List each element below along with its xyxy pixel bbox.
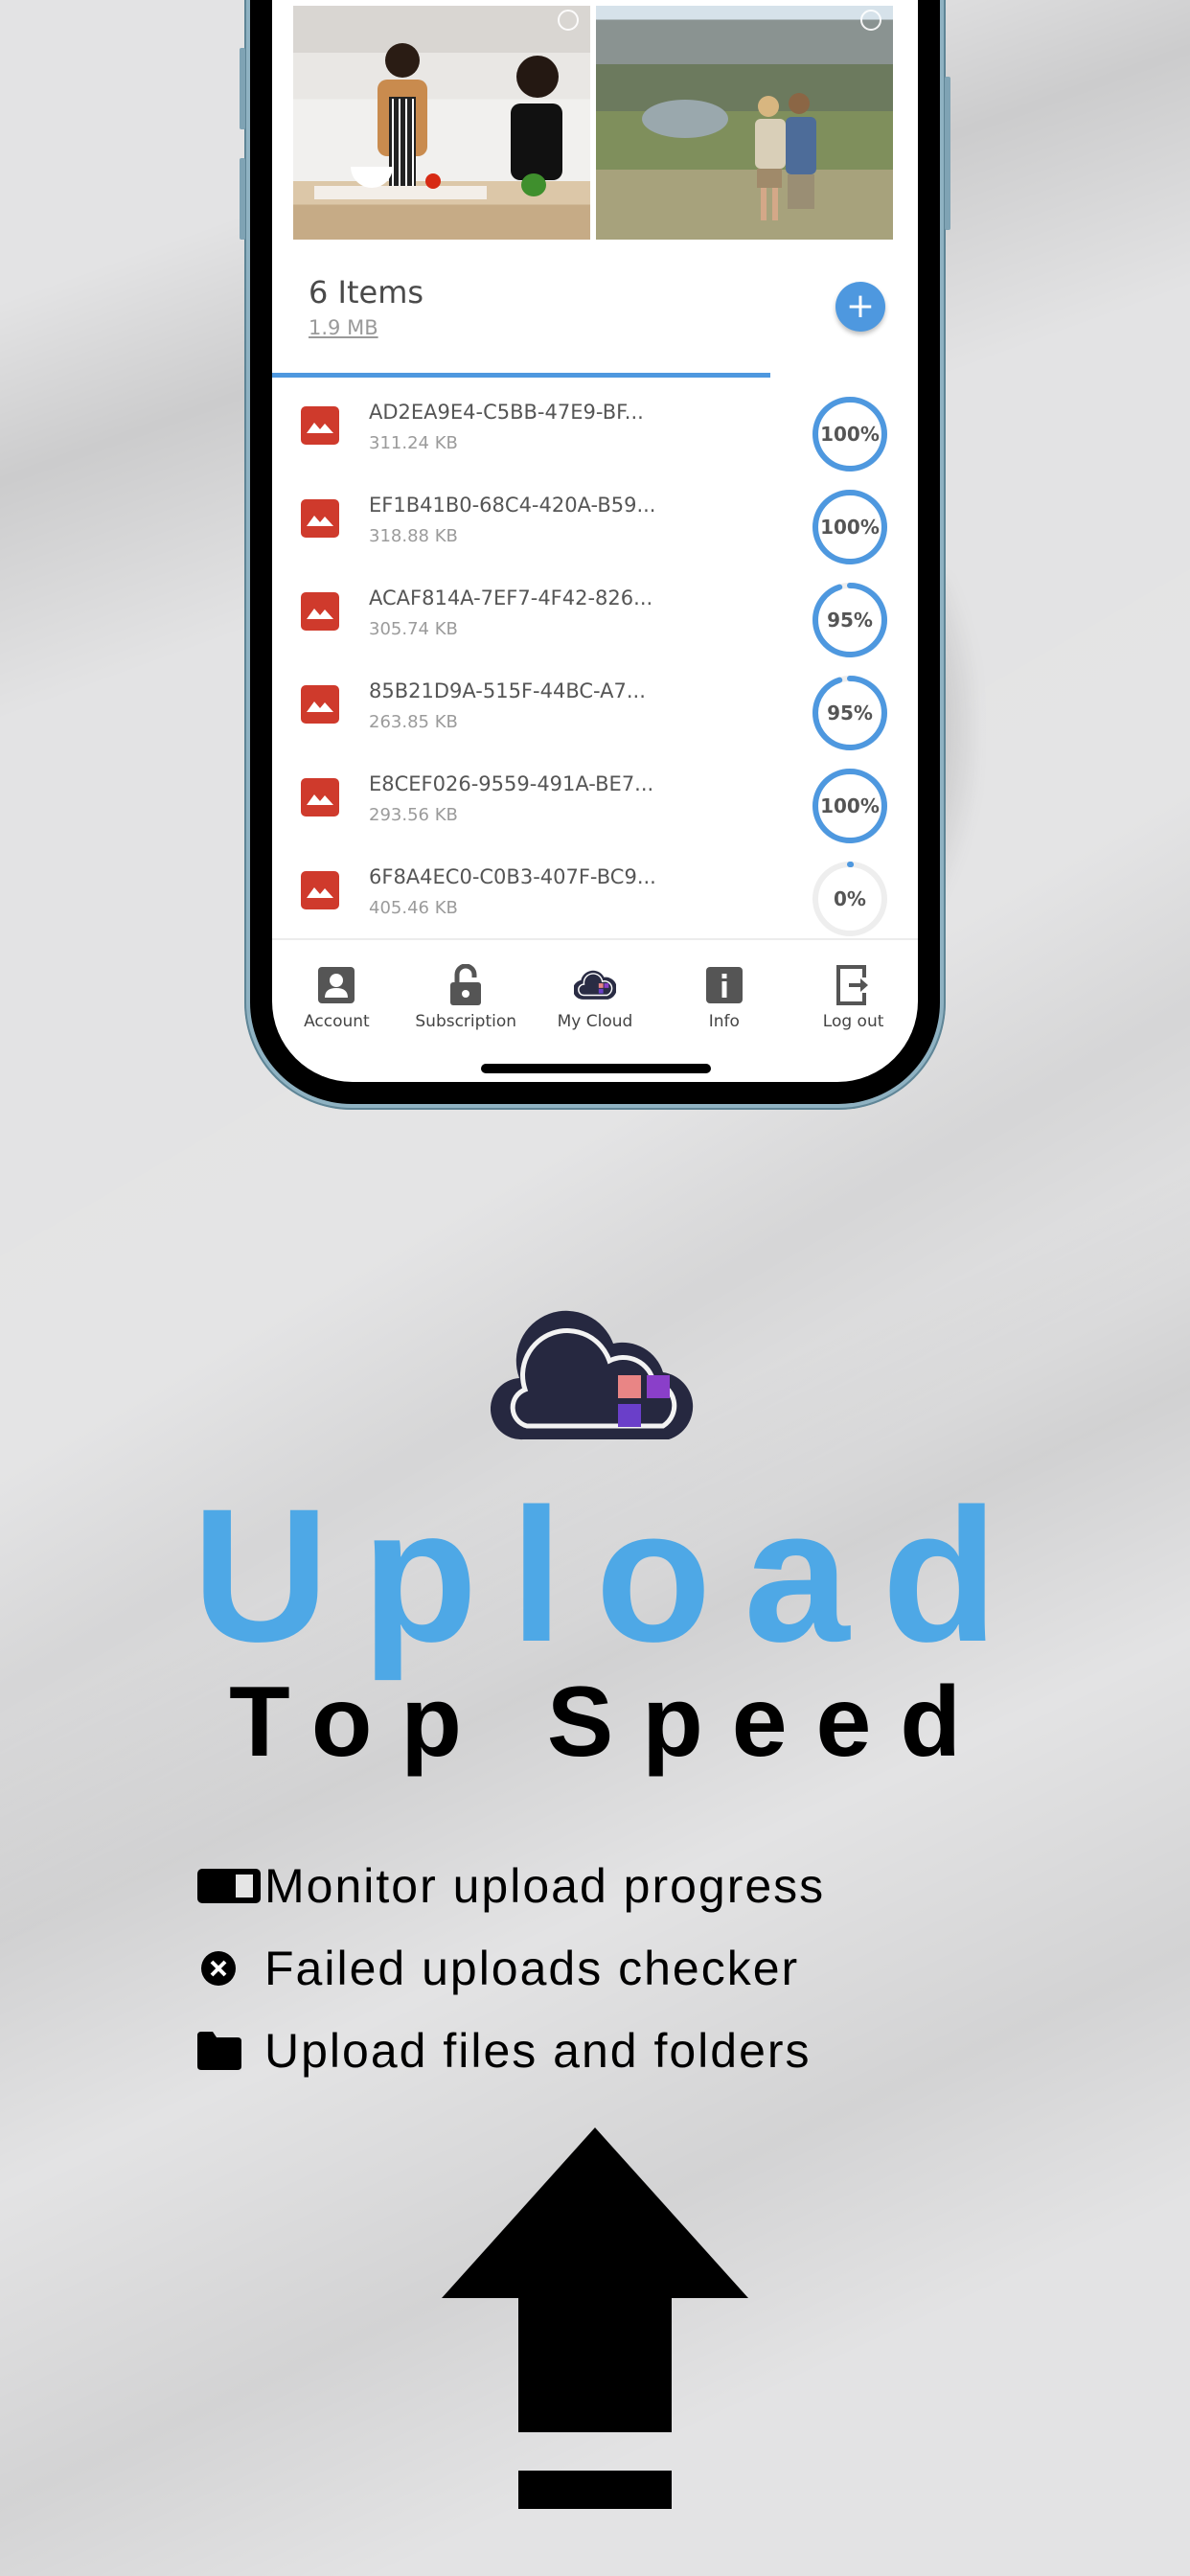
feature-text: Failed uploads checker [264, 1942, 800, 1995]
file-size: 318.88 KB [369, 526, 458, 546]
file-name: 85B21D9A-515F-44BC-A7... [369, 679, 646, 702]
items-count: 6 Items [309, 274, 424, 310]
cloud-logo-icon [491, 1310, 694, 1440]
file-size: 263.85 KB [369, 712, 458, 732]
file-size: 305.74 KB [369, 619, 458, 639]
file-name: ACAF814A-7EF7-4F42-826... [369, 586, 653, 610]
counter-top [314, 186, 487, 199]
power-button [945, 77, 950, 230]
file-row[interactable]: ACAF814A-7EF7-4F42-826... 305.74 KB 95% [272, 564, 918, 659]
progress-ring: 95% [811, 674, 889, 752]
tab-subscription[interactable]: Subscription [401, 964, 531, 1031]
plus-icon: + [845, 287, 876, 326]
file-name: 6F8A4EC0-C0B3-407F-BC9... [369, 865, 656, 888]
upload-arrow-icon [442, 2128, 748, 2509]
progress-ring: 100% [811, 395, 889, 473]
progress-label: 95% [827, 609, 873, 632]
hikers-figure [755, 93, 816, 220]
progress-ring: 100% [811, 767, 889, 845]
headline: Upload [192, 1469, 1031, 1681]
phone-frame: 6 Items 1.9 MB + AD2EA9E4-C5BB-47E9-BF..… [240, 0, 950, 1110]
feature-list: Monitor upload progress Failed uploads c… [197, 1845, 825, 2092]
feature-item: Upload files and folders [197, 2010, 825, 2092]
home-indicator[interactable] [481, 1064, 711, 1073]
feature-text: Upload files and folders [264, 2024, 812, 2078]
subheadline: Top Speed [229, 1667, 990, 1778]
tomato [425, 173, 441, 189]
file-list: AD2EA9E4-C5BB-47E9-BF... 311.24 KB 100% … [272, 378, 918, 938]
feature-text: Monitor upload progress [264, 1859, 826, 1913]
file-size: 311.24 KB [369, 433, 458, 453]
tab-my-cloud[interactable]: My Cloud [531, 964, 660, 1031]
tab-label: Account [304, 1012, 370, 1031]
unlock-icon [445, 964, 487, 1006]
image-file-icon [301, 778, 339, 816]
items-header: 6 Items 1.9 MB [309, 274, 423, 339]
file-name: EF1B41B0-68C4-420A-B59... [369, 494, 656, 517]
folder-icon [197, 2032, 264, 2070]
file-row[interactable]: EF1B41B0-68C4-420A-B59... 318.88 KB 100% [272, 471, 918, 564]
progress-label: 95% [827, 702, 873, 724]
pepper [521, 173, 546, 196]
file-row[interactable]: E8CEF026-9559-491A-BE7... 293.56 KB 100% [272, 749, 918, 845]
kitchen-photo[interactable] [293, 6, 590, 240]
file-row[interactable]: 85B21D9A-515F-44BC-A7... 263.85 KB 95% [272, 656, 918, 752]
logout-icon [833, 964, 875, 1006]
volume-down-button [240, 158, 245, 240]
progress-label: 100% [820, 516, 880, 539]
image-file-icon [301, 499, 339, 538]
progress-toggle-icon [197, 1869, 264, 1903]
image-file-icon [301, 592, 339, 631]
cloud-icon [573, 964, 616, 1006]
image-file-icon [301, 406, 339, 445]
info-icon [703, 964, 745, 1006]
tab-bar: Account Subscription My Cloud Info Log o… [272, 964, 918, 1031]
progress-ring: 100% [811, 488, 889, 566]
image-file-icon [301, 871, 339, 909]
file-size: 293.56 KB [369, 805, 458, 825]
feature-item: Monitor upload progress [197, 1845, 825, 1927]
list-divider [272, 938, 918, 940]
account-icon [315, 964, 357, 1006]
add-button[interactable]: + [835, 282, 885, 332]
tab-account[interactable]: Account [272, 964, 401, 1031]
tab-label: Info [708, 1012, 740, 1031]
file-row[interactable]: 6F8A4EC0-C0B3-407F-BC9... 405.46 KB 0% [272, 842, 918, 938]
select-circle[interactable] [860, 10, 881, 31]
progress-ring: 95% [811, 581, 889, 659]
volume-up-button [240, 48, 245, 129]
photo-grid [293, 6, 893, 240]
tab-label: Log out [822, 1012, 884, 1031]
progress-label: 0% [834, 887, 866, 910]
progress-label: 100% [820, 423, 880, 446]
tab-log-out[interactable]: Log out [789, 964, 918, 1031]
select-circle[interactable] [558, 10, 579, 31]
mountain-photo[interactable] [596, 6, 893, 240]
tab-label: Subscription [415, 1012, 517, 1031]
progress-ring: 0% [811, 860, 889, 938]
image-file-icon [301, 685, 339, 724]
x-circle-icon [197, 1949, 264, 1988]
tab-label: My Cloud [557, 1012, 633, 1031]
items-total-size[interactable]: 1.9 MB [309, 316, 423, 339]
app-screen: 6 Items 1.9 MB + AD2EA9E4-C5BB-47E9-BF..… [272, 0, 918, 1082]
progress-label: 100% [820, 794, 880, 817]
tab-info[interactable]: Info [659, 964, 789, 1031]
file-size: 405.46 KB [369, 898, 458, 918]
lake [642, 100, 728, 138]
file-row[interactable]: AD2EA9E4-C5BB-47E9-BF... 311.24 KB 100% [272, 378, 918, 473]
file-name: E8CEF026-9559-491A-BE7... [369, 772, 654, 795]
file-name: AD2EA9E4-C5BB-47E9-BF... [369, 401, 644, 424]
feature-item: Failed uploads checker [197, 1927, 825, 2010]
